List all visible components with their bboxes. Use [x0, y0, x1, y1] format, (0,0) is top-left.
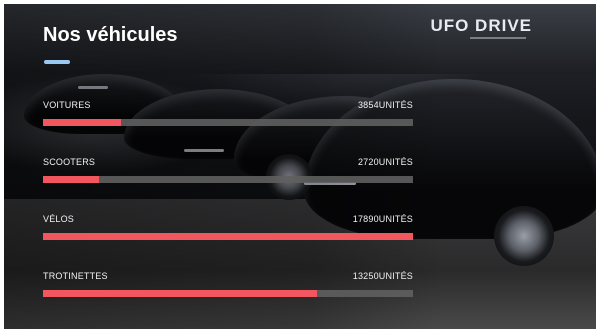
stat-label: TROTINETTES [43, 271, 108, 281]
wheel-image [494, 206, 554, 266]
progress-track [43, 233, 413, 240]
stat-value: 3854UNITÉS [357, 100, 413, 110]
progress-track [43, 119, 413, 126]
stat-label: VOITURES [43, 100, 91, 110]
progress-fill [43, 233, 413, 240]
stat-label: VÉLOS [43, 214, 75, 224]
stat-value: 17890UNITÉS [352, 214, 413, 224]
brand-logo: UFO DRIVE [430, 16, 532, 35]
stat-scooters: SCOOTERS 2720UNITÉS [43, 157, 413, 183]
section-title: Nos véhicules [43, 24, 178, 46]
progress-track [43, 290, 413, 297]
title-underline [44, 60, 70, 64]
progress-fill [43, 176, 99, 183]
stat-label: SCOOTERS [43, 157, 96, 167]
stat-trotinettes: TROTINETTES 13250UNITÉS [43, 271, 413, 297]
progress-fill [43, 119, 121, 126]
hero-banner: UFO DRIVE Nos véhicules VOITURES 3854UNI… [4, 4, 596, 329]
stat-voitures: VOITURES 3854UNITÉS [43, 100, 413, 126]
stat-value: 13250UNITÉS [352, 271, 413, 281]
progress-track [43, 176, 413, 183]
stat-velos: VÉLOS 17890UNITÉS [43, 214, 413, 240]
stat-value: 2720UNITÉS [357, 157, 413, 167]
brand-logo-underline [470, 37, 526, 39]
progress-fill [43, 290, 317, 297]
